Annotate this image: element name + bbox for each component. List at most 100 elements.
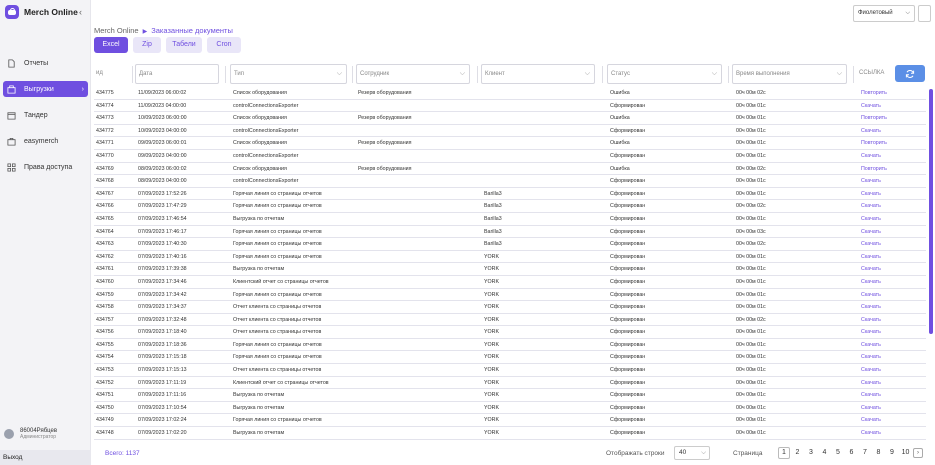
tab-cron[interactable]: Cron	[207, 37, 241, 53]
brand[interactable]: Merch Online	[5, 3, 89, 21]
cell-time: 00ч 00м 01с	[736, 430, 766, 437]
cell-link[interactable]: Скачать	[861, 279, 881, 285]
breadcrumb-root[interactable]: Merch Online	[94, 26, 139, 35]
cell-id: 434762	[96, 253, 114, 260]
id-filter[interactable]: ид	[94, 64, 130, 84]
sidebar-item-easymerch[interactable]: easymerch	[3, 133, 88, 149]
breadcrumb-current: Заказанные документы	[151, 26, 233, 35]
cell-link[interactable]: Скачать	[861, 354, 881, 360]
table-scrollbar[interactable]	[929, 89, 933, 334]
page-label: Страница	[733, 450, 763, 457]
next-page-button[interactable]: ›	[913, 448, 923, 458]
cell-link[interactable]: Скачать	[861, 380, 881, 386]
filter-divider	[602, 66, 603, 83]
sidebar-item-exports[interactable]: Выгрузки ›	[3, 81, 88, 97]
chevron-down-icon: ⌵	[701, 449, 706, 456]
logout-button[interactable]: Выход	[0, 450, 91, 465]
cell-status: Сформирован	[610, 329, 646, 336]
theme-select[interactable]: Фиолетовый ⌵	[853, 5, 915, 22]
table-row: 434763 07/09/2023 17:40:30 Горячая линия с…	[94, 238, 926, 251]
page-8-button[interactable]: 8	[873, 447, 885, 459]
filter-divider	[225, 66, 226, 83]
cell-link[interactable]: Скачать	[861, 317, 881, 323]
refresh-button[interactable]	[895, 65, 925, 82]
cell-link[interactable]: Скачать	[861, 191, 881, 197]
sidebar-nav: Отчеты Выгрузки › Тандер easymerch Права…	[0, 55, 91, 185]
cell-id: 434752	[96, 379, 114, 386]
top-action-button[interactable]	[918, 5, 931, 22]
time-filter[interactable]: Время выполнения ⌵	[732, 64, 847, 84]
page-10-button[interactable]: 10	[900, 447, 912, 459]
cell-time: 00ч 00м 01с	[736, 140, 766, 147]
cell-link[interactable]: Повторить	[861, 140, 887, 146]
cell-link[interactable]: Скачать	[861, 342, 881, 348]
table-row: 434771 09/09/2023 06:00:01 Список оборудов…	[94, 137, 926, 150]
cell-client: YORK	[484, 404, 500, 411]
cell-link[interactable]: Скачать	[861, 430, 881, 436]
cell-link[interactable]: Скачать	[861, 304, 881, 310]
cell-client: YORK	[484, 329, 500, 336]
cell-link[interactable]: Скачать	[861, 254, 881, 260]
cell-link[interactable]: Скачать	[861, 216, 881, 222]
cell-status: Сформирован	[610, 178, 646, 185]
cell-link[interactable]: Повторить	[861, 90, 887, 96]
cell-type: controlConnectionsExporter	[233, 178, 299, 185]
type-filter[interactable]: Тип ⌵	[230, 64, 347, 84]
employee-filter[interactable]: Сотрудник ⌵	[356, 64, 470, 84]
cell-time: 00ч 00м 01с	[736, 417, 766, 424]
tab-zip[interactable]: Zip	[133, 37, 161, 53]
page-6-button[interactable]: 6	[846, 447, 858, 459]
cell-link[interactable]: Скачать	[861, 103, 881, 109]
client-filter[interactable]: Клиент ⌵	[481, 64, 595, 84]
tab-timesheets[interactable]: Табели	[166, 37, 202, 53]
filter-divider	[728, 66, 729, 83]
cell-date: 07/09/2023 17:18:40	[138, 329, 187, 336]
cell-link[interactable]: Скачать	[861, 153, 881, 159]
cell-link[interactable]: Скачать	[861, 178, 881, 184]
table-row: 434758 07/09/2023 17:34:37 Отчет клиента с…	[94, 301, 926, 314]
cell-link[interactable]: Скачать	[861, 367, 881, 373]
cell-link[interactable]: Повторить	[861, 166, 887, 172]
table-row: 434750 07/09/2023 17:10:54 Выгрузка по отч…	[94, 402, 926, 415]
cell-link[interactable]: Скачать	[861, 203, 881, 209]
page-3-button[interactable]: 3	[805, 447, 817, 459]
cell-date: 09/09/2023 04:00:00	[138, 152, 187, 159]
cell-link[interactable]: Скачать	[861, 392, 881, 398]
cell-link[interactable]: Скачать	[861, 329, 881, 335]
user-profile[interactable]: 86004Рябцев Администратор	[0, 424, 91, 444]
page-5-button[interactable]: 5	[832, 447, 844, 459]
cell-date: 07/09/2023 17:15:13	[138, 367, 187, 374]
rows-per-page-select[interactable]: 40 ⌵	[674, 446, 710, 460]
cell-client: YORK	[484, 316, 500, 323]
page-2-button[interactable]: 2	[792, 447, 804, 459]
status-filter[interactable]: Статус ⌵	[607, 64, 722, 84]
cell-id: 434774	[96, 102, 114, 109]
page-7-button[interactable]: 7	[859, 447, 871, 459]
cell-time: 00ч 00м 01с	[736, 392, 766, 399]
employee-filter-placeholder: Сотрудник	[360, 71, 390, 77]
collapse-sidebar-icon[interactable]: ‹	[79, 7, 82, 17]
cell-link[interactable]: Повторить	[861, 115, 887, 121]
cell-link[interactable]: Скачать	[861, 266, 881, 272]
cell-time: 00ч 00м 01с	[736, 304, 766, 311]
cell-link[interactable]: Скачать	[861, 405, 881, 411]
page-9-button[interactable]: 9	[886, 447, 898, 459]
page-4-button[interactable]: 4	[819, 447, 831, 459]
sidebar-item-access-rights[interactable]: Права доступа	[3, 159, 88, 175]
cell-link[interactable]: Скачать	[861, 417, 881, 423]
cell-type: Выгрузка по отчетам	[233, 266, 285, 273]
sidebar-item-reports[interactable]: Отчеты	[3, 55, 88, 71]
cell-client: YORK	[484, 379, 500, 386]
cell-link[interactable]: Скачать	[861, 292, 881, 298]
page-1-button[interactable]: 1	[778, 447, 790, 459]
export-tabs: Excel Zip Табели Cron	[94, 37, 246, 53]
cell-link[interactable]: Скачать	[861, 229, 881, 235]
cell-client: Barilla3	[484, 215, 502, 222]
time-filter-placeholder: Время выполнения	[736, 71, 790, 77]
date-filter[interactable]: Дата	[135, 64, 219, 84]
cell-link[interactable]: Скачать	[861, 128, 881, 134]
sidebar-item-tander[interactable]: Тандер	[3, 107, 88, 123]
cell-link[interactable]: Скачать	[861, 241, 881, 247]
cell-status: Сформирован	[610, 203, 646, 210]
tab-excel[interactable]: Excel	[94, 37, 128, 53]
